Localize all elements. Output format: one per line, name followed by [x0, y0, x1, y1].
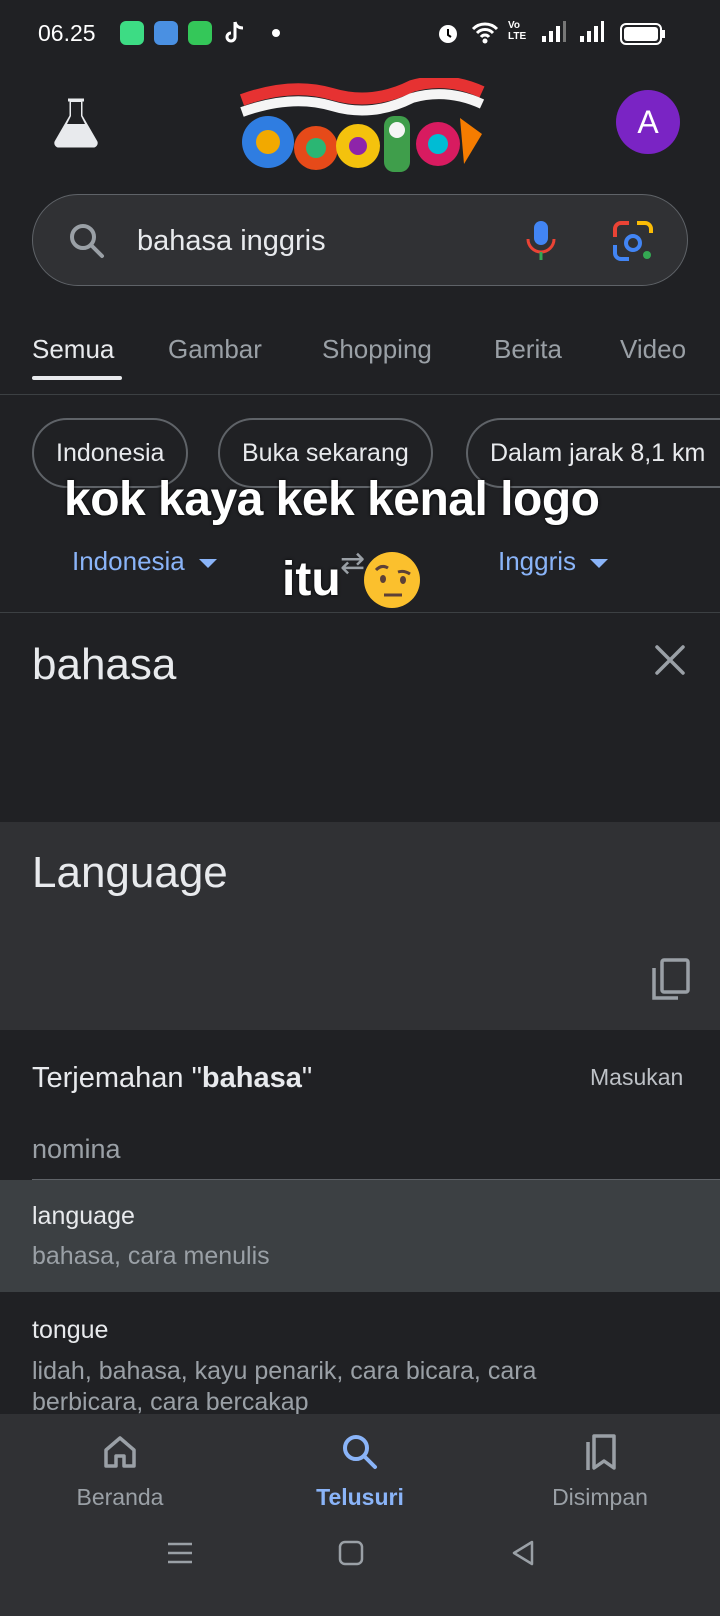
list-item[interactable] [0, 1180, 720, 1292]
app-notification-icon [120, 21, 144, 45]
raised-eyebrow-emoji-icon [364, 552, 420, 608]
status-bar: 06.25 Vo LTE [0, 0, 720, 68]
nav-search[interactable]: Telusuri [240, 1414, 480, 1534]
search-input[interactable]: bahasa inggris [137, 225, 326, 258]
account-avatar[interactable]: A [616, 90, 680, 154]
tab-images[interactable]: Gambar [168, 334, 262, 365]
chat-notification-icon [188, 21, 212, 45]
dictionary-title-prefix: Terjemahan " [32, 1062, 202, 1094]
source-language-label: Indonesia [72, 546, 185, 576]
signal-icon [580, 21, 604, 42]
target-language-select[interactable]: Inggris [498, 546, 609, 577]
target-language-label: Inggris [498, 546, 577, 576]
nav-saved-label: Disimpan [552, 1484, 648, 1510]
microphone-icon[interactable] [523, 219, 559, 263]
dropdown-caret-icon [198, 558, 217, 568]
bookmarks-icon [586, 1434, 616, 1470]
tab-all[interactable]: Semua [32, 334, 114, 365]
google-doodle-logo[interactable] [232, 78, 488, 182]
status-time: 06.25 [38, 20, 96, 46]
entry-word[interactable]: tongue [32, 1316, 108, 1345]
nav-search-label: Telusuri [316, 1484, 404, 1510]
wifi-icon [471, 22, 499, 44]
source-text-input[interactable]: bahasa [32, 640, 176, 690]
alarm-icon [439, 25, 457, 43]
google-lens-icon[interactable] [611, 219, 655, 263]
nav-saved[interactable]: Disimpan [480, 1414, 720, 1534]
dictionary-title-word: bahasa [201, 1062, 302, 1094]
search-icon [343, 1435, 377, 1469]
entry-word: language [32, 1202, 135, 1230]
video-caption-line1: kok kaya kek kenal logo [64, 473, 600, 526]
dictionary-title-suffix: " [301, 1062, 313, 1094]
translation-output-text: Language [32, 848, 228, 897]
nav-home[interactable]: Beranda [0, 1414, 240, 1534]
dictionary-title: Terjemahan "bahasa" [32, 1062, 312, 1095]
signal-icon [542, 21, 566, 42]
dropdown-caret-icon [590, 558, 609, 568]
back-icon[interactable] [510, 1540, 536, 1566]
part-of-speech: nomina [32, 1134, 121, 1164]
clear-icon[interactable] [654, 644, 686, 676]
video-caption-line2: itu [282, 553, 341, 606]
volte-icon: Vo LTE [508, 20, 527, 42]
entry-meanings: bahasa, cara menulis [32, 1242, 270, 1270]
home-icon [104, 1436, 136, 1468]
feedback-link[interactable]: Masukan [590, 1064, 683, 1091]
battery-icon [620, 23, 665, 45]
divider [0, 394, 720, 395]
search-bar[interactable]: bahasa inggris [32, 194, 688, 286]
bottom-navigation: Beranda Telusuri Disimpan [0, 1414, 720, 1616]
app-notification-icon [154, 21, 178, 45]
copy-icon[interactable] [650, 958, 690, 1002]
tiktok-icon [225, 21, 244, 43]
tab-video[interactable]: Video [620, 334, 686, 365]
notification-dot [272, 29, 280, 37]
nav-home-label: Beranda [76, 1484, 164, 1510]
labs-flask-icon[interactable] [48, 94, 104, 150]
home-square-icon[interactable] [338, 1540, 364, 1566]
entry-meanings: lidah, bahasa, kayu penarik, cara bicara… [32, 1357, 537, 1416]
menu-icon[interactable] [166, 1540, 194, 1566]
tab-shopping[interactable]: Shopping [322, 334, 432, 365]
divider [32, 1179, 720, 1180]
tab-news[interactable]: Berita [494, 334, 562, 365]
search-icon [70, 224, 104, 258]
active-tab-indicator [32, 376, 122, 380]
source-language-select[interactable]: Indonesia [72, 546, 217, 577]
